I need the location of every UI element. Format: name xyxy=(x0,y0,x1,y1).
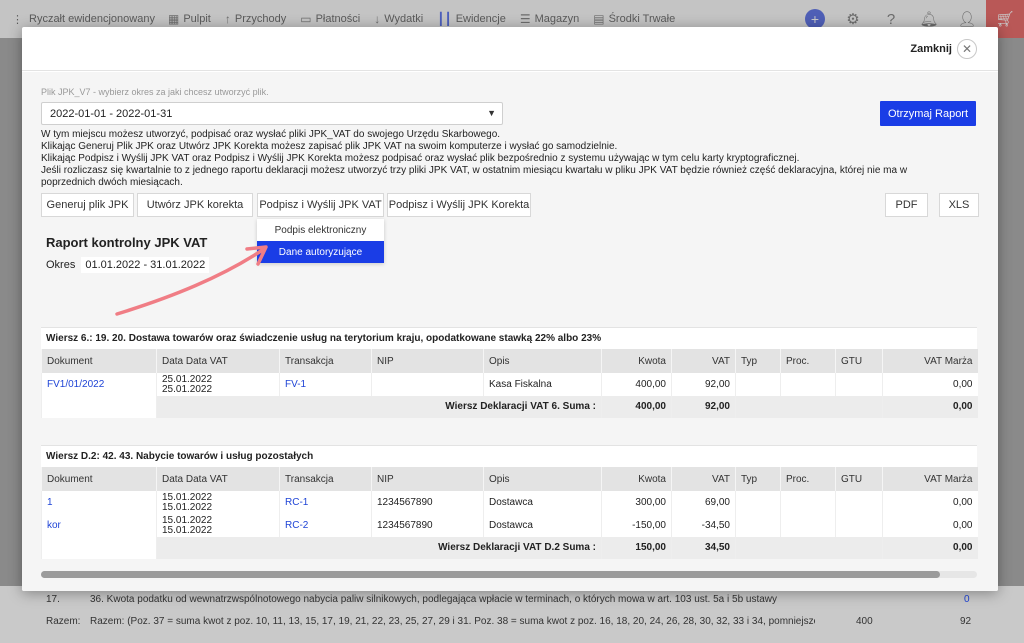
section-title: Wiersz 6.: 19. 20. Dostawa towarów oraz … xyxy=(41,327,977,349)
jpk-modal: Zamknij ✕ Plik JPK_V7 - wybierz okres za… xyxy=(22,27,998,591)
modal-body: Plik JPK_V7 - wybierz okres za jaki chce… xyxy=(22,72,998,591)
nav-item-pulpit[interactable]: ▦ Pulpit xyxy=(168,12,211,26)
table-header-row: Dokument Data Data VAT Transakcja NIP Op… xyxy=(41,349,978,373)
nav-item-wydatki[interactable]: ↓ Wydatki xyxy=(374,12,423,26)
background-table: 17. 36. Kwota podatku od wewnatrzwspólno… xyxy=(0,586,1024,643)
table-row: FV1/01/2022 25.01.2022 25.01.2022 FV-1 Ka… xyxy=(41,373,978,396)
arrow-down-icon: ↓ xyxy=(374,12,381,26)
section-table: Dokument Data Data VAT Transakcja NIP Op… xyxy=(41,467,978,559)
warehouse-icon: ☰ xyxy=(519,12,531,26)
table-row: Razem: Razem: (Poz. 37 = suma kwot z poz… xyxy=(46,615,972,627)
nav-item-ewidencje[interactable]: ┃┃ Ewidencje xyxy=(437,12,506,26)
app-title: Ryczałt ewidencjonowany xyxy=(29,13,155,25)
xls-button[interactable]: XLS xyxy=(939,193,979,217)
horizontal-scrollbar[interactable] xyxy=(41,571,977,578)
report-title: Raport kontrolny JPK VAT xyxy=(46,235,208,250)
section-table: Dokument Data Data VAT Transakcja NIP Op… xyxy=(41,349,978,418)
period-row: Okres 01.01.2022 - 31.01.2022 xyxy=(46,257,210,273)
close-label[interactable]: Zamknij xyxy=(910,43,952,55)
period-label: Okres xyxy=(46,259,76,271)
sum-row: Wiersz Deklaracji VAT D.2 Suma : 150,00 … xyxy=(41,537,978,559)
generate-jpk-button[interactable]: Generuj plik JPK xyxy=(41,193,134,217)
nav-item-przychody[interactable]: ↑ Przychody xyxy=(225,12,286,26)
sign-send-dropdown: Podpis elektroniczny Dane autoryzujące xyxy=(257,219,384,263)
dropdown-item-electronic-signature[interactable]: Podpis elektroniczny xyxy=(257,219,384,241)
question-icon: ? xyxy=(886,10,896,28)
document-link[interactable]: 1 xyxy=(47,497,53,508)
nav-item-magazyn[interactable]: ☰ Magazyn xyxy=(520,12,579,26)
period-help-label: Plik JPK_V7 - wybierz okres za jaki chce… xyxy=(41,87,269,97)
plus-icon: + xyxy=(805,9,825,29)
close-button[interactable]: ✕ xyxy=(957,39,977,59)
transaction-link[interactable]: RC-1 xyxy=(285,497,308,508)
table-row: 17. 36. Kwota podatku od wewnatrzwspólno… xyxy=(46,593,970,605)
close-icon: ✕ xyxy=(961,42,973,56)
bars-icon: ┃┃ xyxy=(437,12,452,26)
sign-send-jpk-button[interactable]: Podpisz i Wyślij JPK VAT xyxy=(257,193,384,217)
chevron-down-icon: ▼ xyxy=(487,108,496,118)
document-link[interactable]: FV1/01/2022 xyxy=(47,379,104,390)
sum-row: Wiersz Deklaracji VAT 6. Suma : 400,00 9… xyxy=(41,396,978,418)
sign-send-correction-button[interactable]: Podpisz i Wyślij JPK Korekta xyxy=(387,193,531,217)
arrow-up-icon: ↑ xyxy=(224,12,231,26)
grid-icon: ▦ xyxy=(168,12,180,26)
scrollbar-thumb[interactable] xyxy=(41,571,940,578)
document-link[interactable]: kor xyxy=(47,520,61,531)
transaction-link[interactable]: FV-1 xyxy=(285,379,306,390)
create-correction-button[interactable]: Utwórz JPK korekta xyxy=(137,193,253,217)
assets-icon: ▤ xyxy=(593,12,605,26)
transaction-link[interactable]: RC-2 xyxy=(285,520,308,531)
table-row: 1 15.01.2022 15.01.2022 RC-1 1234567890 D… xyxy=(41,491,978,514)
info-text: W tym miejscu możesz utworzyć, podpisać … xyxy=(41,129,908,188)
pdf-button[interactable]: PDF xyxy=(885,193,928,217)
card-icon: ▭ xyxy=(300,12,312,26)
period-select[interactable]: 2022-01-01 - 2022-01-31 ▼ xyxy=(41,102,503,125)
section-title: Wiersz D.2: 42. 43. Nabycie towarów i us… xyxy=(41,445,977,467)
modal-header: Zamknij ✕ xyxy=(22,27,998,71)
table-row: kor 15.01.2022 15.01.2022 RC-2 1234567890… xyxy=(41,514,978,537)
app-title-area[interactable]: ⋮ Ryczałt ewidencjonowany xyxy=(0,13,168,26)
dropdown-item-authorization-data[interactable]: Dane autoryzujące xyxy=(257,241,384,263)
cart-icon: 🛒︎ xyxy=(995,11,1015,28)
main-nav: ▦ Pulpit ↑ Przychody ▭ Płatności ↓ Wydatki ┃… xyxy=(168,12,675,26)
get-report-button[interactable]: Otrzymaj Raport xyxy=(880,101,976,126)
period-range: 01.01.2022 - 31.01.2022 xyxy=(81,257,210,273)
nav-item-platnosci[interactable]: ▭ Płatności xyxy=(300,12,360,26)
kebab-icon: ⋮ xyxy=(12,13,23,26)
bell-icon: 🔔︎ xyxy=(919,11,939,28)
nav-item-srodki-trwale[interactable]: ▤ Środki Trwałe xyxy=(593,12,675,26)
user-icon: 👤︎ xyxy=(957,11,977,28)
table-header-row: Dokument Data Data VAT Transakcja NIP Op… xyxy=(41,467,978,491)
gear-icon: ⚙ xyxy=(846,11,860,28)
